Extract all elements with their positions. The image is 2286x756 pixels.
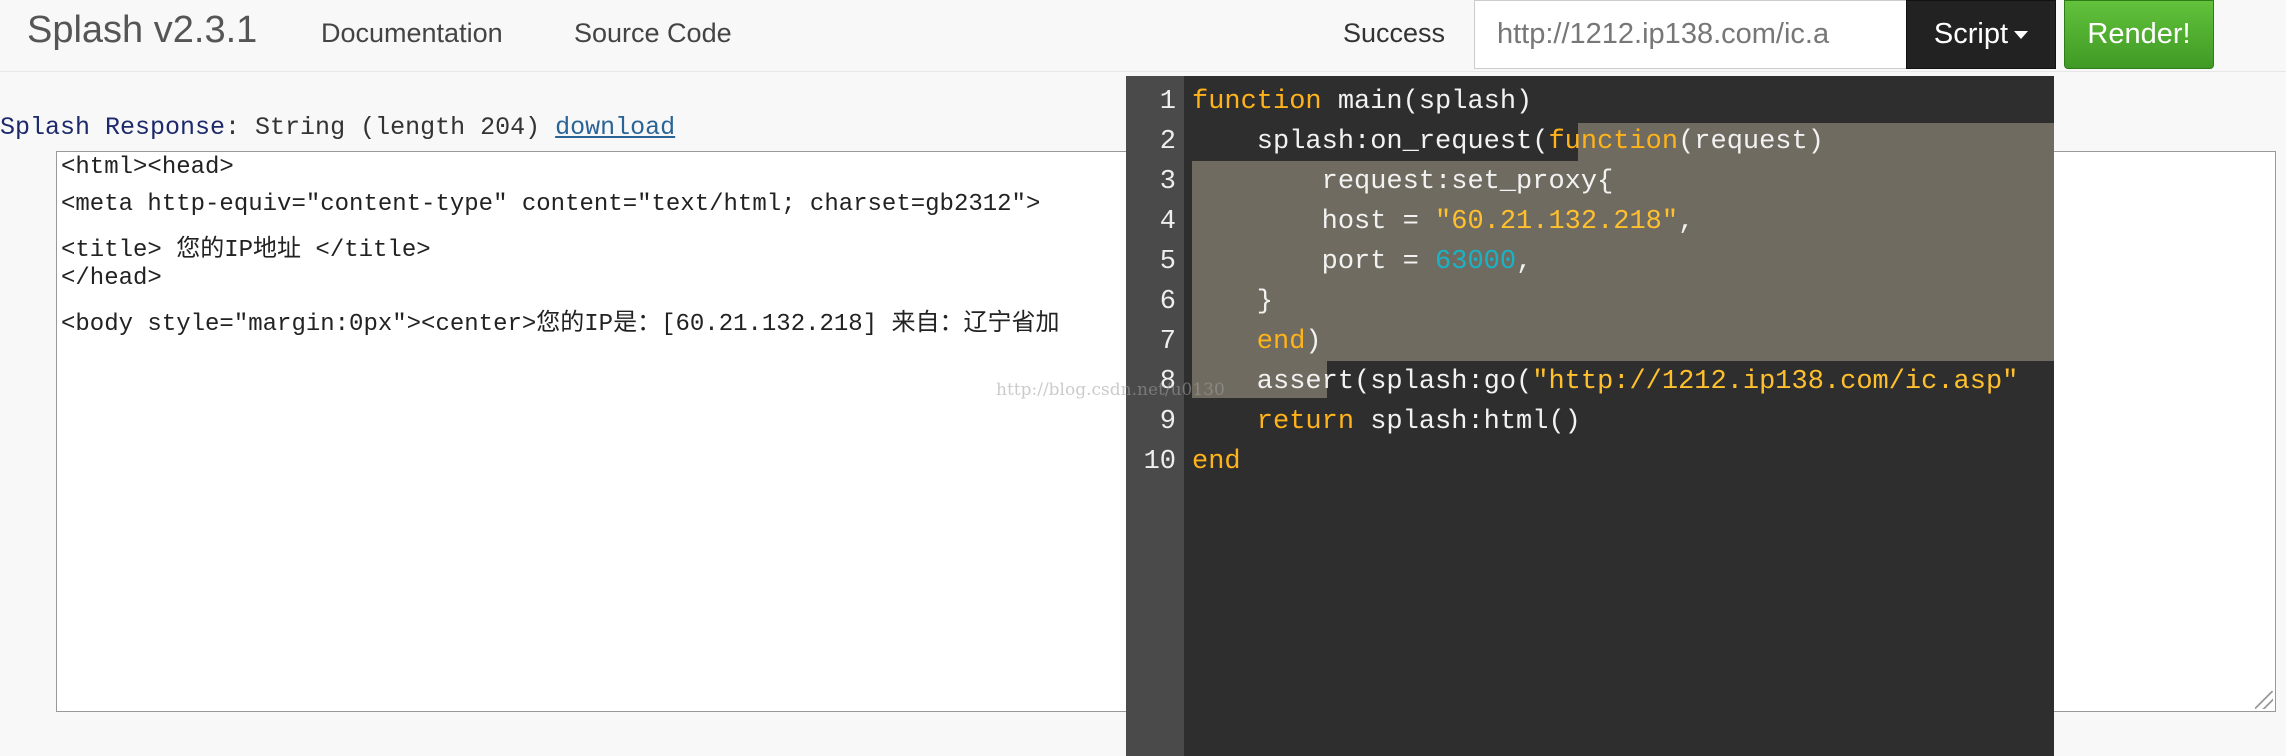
line-number: 2 [1159, 127, 1176, 157]
response-line: </head> [61, 265, 162, 292]
line-number: 1 [1159, 87, 1176, 117]
code-line-4: host = "60.21.132.218", [1192, 207, 1695, 237]
response-line: <html><head> [61, 154, 234, 181]
caret-down-icon [2014, 31, 2029, 40]
brand-title[interactable]: Splash v2.3.1 [27, 9, 257, 52]
script-editor[interactable]: 1 2 3 4 5 6 7 8 9 10 function main(splas… [1126, 76, 2054, 756]
code-line-6: } [1192, 287, 1274, 317]
script-button-label: Script [1933, 18, 2009, 50]
response-info: : String (length 204) [225, 113, 541, 142]
watermark-text: http://blog.csdn.net/u0130 [996, 380, 1225, 400]
line-number: 5 [1159, 247, 1176, 277]
code-line-8: assert(splash:go("http://1212.ip138.com/… [1192, 367, 2019, 397]
nav-documentation-link[interactable]: Documentation [321, 18, 503, 49]
download-link[interactable]: download [555, 113, 675, 142]
code-line-2: splash:on_request(function(request) [1192, 127, 1824, 157]
script-dropdown-button[interactable]: Script [1906, 0, 2056, 69]
response-label: Splash Response [0, 113, 226, 142]
code-line-3: request:set_proxy{ [1192, 167, 1614, 197]
code-line-9: return splash:html() [1192, 407, 1581, 437]
code-line-7: end) [1192, 327, 1322, 357]
line-number-gutter: 1 2 3 4 5 6 7 8 9 10 [1126, 76, 1184, 756]
resize-grip-icon[interactable] [2255, 691, 2273, 709]
code-line-1: function main(splash) [1192, 87, 1533, 117]
response-line: <meta http-equiv="content-type" content=… [61, 191, 1041, 218]
line-number: 9 [1159, 407, 1176, 437]
code-line-5: port = 63000, [1192, 247, 1533, 277]
line-number: 6 [1159, 287, 1176, 317]
response-header: Splash Response: String (length 204) dow… [0, 113, 675, 142]
navbar: Splash v2.3.1 Documentation Source Code … [0, 0, 2286, 72]
url-input[interactable]: http://1212.ip138.com/ic.a [1474, 0, 1908, 69]
line-number: 3 [1159, 167, 1176, 197]
line-number: 10 [1143, 447, 1176, 477]
status-text: Success [1343, 18, 1446, 48]
response-line: <body style="margin:0px"><center>您的IP是：[… [61, 311, 1060, 338]
line-number: 4 [1159, 207, 1176, 237]
render-button[interactable]: Render! [2064, 0, 2214, 69]
response-line: <title> 您的IP地址 </title> [61, 237, 431, 264]
nav-source-code-link[interactable]: Source Code [574, 18, 732, 49]
code-line-10: end [1192, 447, 1241, 477]
line-number: 7 [1159, 327, 1176, 357]
